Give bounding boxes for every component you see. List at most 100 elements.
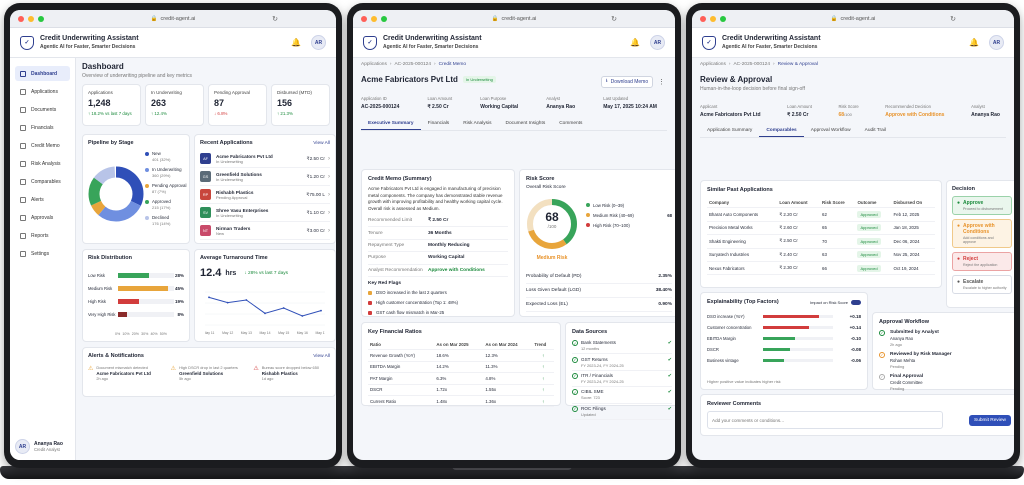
risk-legend: Low Risk (0–39) Medium Risk (40–69) 68 High…: [586, 200, 672, 230]
sidebar-user[interactable]: AR Ananya Rao Credit Analyst: [15, 439, 63, 454]
reload-icon[interactable]: ↻: [272, 15, 278, 23]
source-item: ✓ Bank Statements 12 months ✔: [572, 338, 672, 355]
breadcrumb-item[interactable]: Review & Approval: [778, 62, 818, 67]
reload-icon[interactable]: ↻: [950, 15, 956, 23]
sidebar-item-reports[interactable]: Reports: [15, 228, 70, 243]
risk-value: 28%: [174, 273, 184, 278]
tab-audit-trail[interactable]: Audit Trail: [858, 125, 893, 137]
list-item[interactable]: AF Acme Fabricators Pvt Ltd In Underwritin…: [200, 150, 330, 168]
sidebar-item-credit-memo[interactable]: Credit Memo: [15, 138, 70, 153]
memo-row: Tenure 36 Months: [368, 227, 508, 240]
close-dot[interactable]: [18, 15, 24, 22]
bell-icon[interactable]: 🔔: [630, 38, 640, 47]
minimize-dot[interactable]: [710, 15, 716, 22]
table-row[interactable]: Suryatech Industries ₹ 2.40 Cr 63 Approved N…: [707, 248, 935, 262]
list-item[interactable]: GS Greenfield Solutions In Underwriting ₹1.…: [200, 168, 330, 186]
recent-view-all-link[interactable]: View All: [313, 141, 330, 146]
alert-text: Bureau score dropped below 650: [261, 365, 320, 370]
avatar[interactable]: AR: [989, 35, 1004, 50]
field-label: Recommended Decision: [885, 104, 931, 109]
sidebar-item-documents[interactable]: Documents: [15, 102, 70, 117]
alert-item[interactable]: ⚠ High DSCR drop in last 2 quarters Greenf…: [171, 365, 248, 381]
bell-icon[interactable]: 🔔: [969, 38, 979, 47]
sidebar-item-financials[interactable]: Financials: [15, 120, 70, 135]
breadcrumb-item[interactable]: AC-2025-000124: [394, 62, 431, 67]
alerts-view-all-link[interactable]: View All: [313, 354, 330, 359]
alert-item[interactable]: ⚠ Bureau score dropped below 650 Rishabh P…: [253, 365, 330, 381]
download-memo-button[interactable]: ⭳ Download Memo: [601, 76, 653, 88]
breadcrumb-item[interactable]: Credit Memo: [439, 62, 466, 67]
memo-row-label: Repayment Type: [368, 242, 405, 248]
list-item[interactable]: NT Nirman Traders New ₹3.00 Cr ›: [200, 222, 330, 240]
minimize-dot[interactable]: [371, 15, 377, 22]
sidebar-item-settings[interactable]: Settings: [15, 246, 70, 261]
impact-toggle[interactable]: [851, 299, 861, 305]
breadcrumb-item[interactable]: Applications: [700, 62, 726, 67]
breadcrumb-item[interactable]: Applications: [361, 62, 387, 67]
submit-review-button[interactable]: Submit Review: [969, 415, 1011, 426]
url-bar[interactable]: 🔒 credit-agent.ai: [151, 16, 196, 22]
close-dot[interactable]: [700, 15, 706, 22]
tab-approval-workflow[interactable]: Approval Workflow: [804, 125, 858, 137]
close-dot[interactable]: [361, 15, 367, 22]
alert-item[interactable]: ⚠ Document mismatch detected Acme Fabricat…: [88, 365, 165, 381]
browser-bar: 🔒 credit-agent.ai ↻: [692, 10, 1014, 28]
url-bar[interactable]: 🔒 credit-agent.ai: [831, 16, 876, 22]
decision-approve-button[interactable]: ● Approve Proceed to disbursement: [952, 196, 1012, 215]
field-value: 68/100: [838, 112, 852, 118]
maximize-dot[interactable]: [38, 15, 44, 22]
workflow-step: ✓ Submitted by Analyst Ananya Rao 2h ago: [879, 330, 1011, 347]
url-bar[interactable]: 🔒 credit-agent.ai: [492, 16, 537, 22]
tab-financials[interactable]: Financials: [421, 118, 457, 130]
tab-document-insights[interactable]: Document Insights: [498, 118, 552, 130]
kpi-value: 1,248: [88, 98, 111, 108]
decision-icon: ●: [957, 200, 961, 206]
outcome-cell: Approved: [855, 261, 892, 276]
alerts-list: ⚠ Document mismatch detected Acme Fabricat…: [88, 365, 330, 381]
table-row[interactable]: Bharat Auto Components ₹ 2.20 Cr 62 Approve…: [707, 207, 935, 222]
comments-input[interactable]: [707, 411, 943, 429]
sidebar-item-approvals[interactable]: Approvals: [15, 210, 70, 225]
decision-approve-with-conditions-button[interactable]: ● Approve with Conditions Add conditions a…: [952, 219, 1012, 248]
legend-dot: [586, 213, 590, 217]
loan-amount: ₹3.00 Cr: [306, 227, 325, 233]
minimize-dot[interactable]: [28, 15, 34, 22]
tab-risk-analysis[interactable]: Risk Analysis: [456, 118, 498, 130]
sidebar-item-alerts[interactable]: Alerts: [15, 192, 70, 207]
user-avatar: AR: [15, 439, 30, 454]
tab-executive-summary[interactable]: Executive Summary: [361, 118, 421, 130]
avatar[interactable]: AR: [311, 35, 326, 50]
device-review: 🔒 credit-agent.ai ↻ ✓ Credit Underwriting…: [686, 3, 1020, 468]
tab-comparables[interactable]: Comparables: [759, 125, 804, 137]
tab-comments[interactable]: Comments: [552, 118, 589, 130]
tab-application-summary[interactable]: Application Summary: [700, 125, 759, 137]
tat-title: Average Turnaround Time: [200, 255, 268, 261]
reload-icon[interactable]: ↻: [611, 15, 617, 23]
screen-review: 🔒 credit-agent.ai ↻ ✓ Credit Underwriting…: [692, 10, 1014, 460]
decision-escalate-button[interactable]: ● Escalate Escalate to higher authority: [952, 275, 1012, 294]
list-item[interactable]: RP Rishabh Plastics Pending Approval ₹75.00…: [200, 186, 330, 204]
sidebar-item-comparables[interactable]: Comparables: [15, 174, 70, 189]
factor-bar-fill: [763, 359, 784, 362]
legend-dot: [145, 183, 149, 188]
breadcrumb-item[interactable]: AC-2025-000124: [733, 62, 770, 67]
table-row[interactable]: Nexus Fabricators ₹ 2.30 Cr 66 Approved Oct …: [707, 261, 935, 276]
sidebar-item-dashboard[interactable]: Dashboard: [15, 66, 70, 81]
info-field: Recommended Decision Approve with Conditi…: [885, 104, 944, 118]
more-options-icon[interactable]: ⋮: [658, 78, 665, 86]
table-row: Current Ratio 1.48x 1.36x ↑: [368, 395, 554, 408]
bell-icon[interactable]: 🔔: [291, 38, 301, 47]
verified-icon: ✔: [667, 340, 672, 347]
maximize-dot[interactable]: [381, 15, 387, 22]
sources-title: Data Sources: [572, 329, 608, 335]
table-row[interactable]: Precision Metal Works ₹ 2.60 Cr 65 Approved…: [707, 221, 935, 236]
maximize-dot[interactable]: [720, 15, 726, 22]
sidebar-item-applications[interactable]: Applications: [15, 84, 70, 99]
comparables-header-cell: Disbursed On: [891, 197, 935, 209]
decision-reject-button[interactable]: ● Reject Reject the application: [952, 252, 1012, 271]
table-row[interactable]: Shakti Engineering ₹ 2.50 Cr 70 Approved Dec…: [707, 234, 935, 249]
memo-row-label: Tenure: [368, 230, 383, 236]
sidebar-item-risk-analysis[interactable]: Risk Analysis: [15, 156, 70, 171]
list-item[interactable]: SV Shree Vasu Enterprises In Underwriting ₹…: [200, 204, 330, 222]
avatar[interactable]: AR: [650, 35, 665, 50]
